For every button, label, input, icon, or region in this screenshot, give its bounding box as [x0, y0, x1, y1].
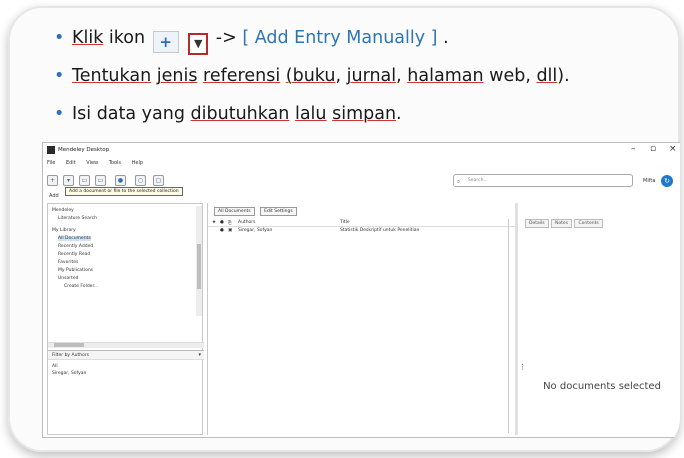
instruction-list: Klik ikon + ▼ -> [ Add Entry Manually ] …	[54, 26, 654, 140]
minimize-button[interactable]: –	[631, 144, 636, 154]
sidebar-item-all-documents[interactable]: All Documents	[58, 236, 91, 241]
step2-w10: dll	[536, 66, 558, 86]
mendeley-screenshot: Mendeley Desktop – ▫ × File Edit View To…	[42, 142, 680, 438]
sidebar-hscroll-thumb[interactable]	[54, 343, 84, 347]
citation-button[interactable]: ▢	[153, 175, 164, 186]
read-status-icon: ●	[220, 220, 224, 225]
remove-folder-button[interactable]: ▭	[95, 175, 106, 186]
menu-bar: File Edit View Tools Help	[47, 160, 152, 166]
app-icon	[47, 146, 55, 154]
splitter-handle-icon[interactable]: ⋮	[519, 363, 526, 371]
filter-label: Filter by Authors	[52, 353, 90, 358]
add-entry-manually-label: [ Add Entry Manually ]	[242, 28, 438, 48]
sidebar-header-my-library: My Library	[52, 228, 76, 233]
sidebar-item-unsorted[interactable]: Unsorted	[58, 276, 78, 281]
close-button[interactable]: ×	[669, 144, 677, 154]
step1-text-ikon: ikon	[103, 28, 151, 48]
pane-splitter[interactable]	[515, 203, 518, 435]
sidebar-header-mendeley: Mendeley	[52, 208, 74, 213]
step2-w3: referensi	[203, 66, 281, 86]
sync-status-icon[interactable]: ↻	[661, 175, 673, 187]
search-icon: ⌕	[457, 178, 461, 185]
document-list-pane: All Documents Edit Settings ★ ● ⎘ Author…	[207, 203, 516, 435]
add-button-label: Add	[49, 193, 59, 199]
sidebar-item-literature-search[interactable]: Literature Search	[58, 216, 97, 221]
menu-file[interactable]: File	[47, 160, 55, 166]
menu-edit[interactable]: Edit	[66, 160, 76, 166]
step2-w2: jenis	[156, 66, 198, 86]
step3-t7: .	[396, 104, 402, 124]
row-status-icon: ●	[220, 228, 224, 233]
column-header-title[interactable]: Title	[340, 220, 350, 225]
folder-button[interactable]: ▭	[79, 175, 90, 186]
instruction-step-2: Tentukan jenis referensi (buku, jurnal, …	[54, 64, 654, 102]
sync-button[interactable]: ○	[135, 175, 146, 186]
filter-value-author[interactable]: Siregar, Sofyan	[52, 371, 86, 376]
step3-t1: Isi data yang	[72, 104, 191, 124]
tab-edit-settings[interactable]: Edit Settings	[260, 207, 297, 216]
step1-arrow-text: ->	[210, 28, 243, 48]
step3-w2: dibutuhkan	[190, 104, 290, 124]
sidebar: Mendeley Literature Search My Library Al…	[47, 203, 204, 435]
step3-w6: simpan	[332, 104, 397, 124]
step3-w4: lalu	[294, 104, 327, 124]
step1-word-klik: Klik	[72, 28, 104, 48]
dropdown-arrow-icon: ▼	[188, 33, 209, 55]
window-title: Mendeley Desktop	[58, 147, 110, 153]
sidebar-item-favorites[interactable]: Favorites	[58, 260, 78, 265]
center-tabs: All Documents Edit Settings	[214, 207, 301, 216]
user-name[interactable]: Mifta	[643, 178, 655, 184]
sidebar-item-my-publications[interactable]: My Publications	[58, 268, 93, 273]
step2-w1: Tentukan	[72, 66, 152, 86]
share-button[interactable]: ●	[115, 175, 126, 186]
tab-notes[interactable]: Notes	[551, 219, 573, 228]
row-attachment-icon: ▣	[228, 228, 233, 233]
title-bar: Mendeley Desktop – ▫ ×	[43, 143, 680, 157]
add-document-icon: +	[152, 31, 179, 53]
tab-contents[interactable]: Contents	[574, 219, 603, 228]
tab-all-documents[interactable]: All Documents	[214, 207, 255, 216]
menu-help[interactable]: Help	[132, 160, 143, 166]
search-input[interactable]: ⌕ Search...	[453, 174, 633, 187]
sidebar-scroll-thumb[interactable]	[197, 244, 201, 289]
tab-details[interactable]: Details	[525, 219, 549, 228]
menu-tools[interactable]: Tools	[109, 160, 121, 166]
chevron-down-icon: ▾	[198, 352, 201, 358]
add-document-button[interactable]: +	[47, 175, 58, 186]
step2-t7: ,	[396, 66, 408, 86]
tooltip: Add a document or file to the selected c…	[65, 187, 183, 196]
step2-w4: (buku	[285, 66, 336, 86]
step1-end: .	[437, 28, 449, 48]
table-header: ★ ● ⎘ Authors Title	[208, 219, 516, 227]
menu-view[interactable]: View	[86, 160, 98, 166]
details-tabs: Details Notes Contents	[525, 219, 604, 228]
step2-t9: web,	[483, 66, 537, 86]
step2-w6: jurnal	[346, 66, 397, 86]
slide-background: Klik ikon + ▼ -> [ Add Entry Manually ] …	[8, 6, 680, 452]
table-row[interactable]: ● ▣ Siregar, Sofyan Statistik Deskriptif…	[208, 227, 516, 235]
sidebar-item-recently-added[interactable]: Recently Added	[58, 244, 93, 249]
row-title: Statistik Deskriptif untuk Penelitian	[340, 228, 420, 233]
column-header-authors[interactable]: Authors	[238, 220, 256, 225]
add-dropdown-button[interactable]: ▾	[63, 175, 74, 186]
step2-t5: ,	[335, 66, 347, 86]
sidebar-item-create-folder[interactable]: Create Folder...	[64, 284, 98, 289]
sidebar-item-recently-read[interactable]: Recently Read	[58, 252, 90, 257]
maximize-button[interactable]: ▫	[650, 144, 656, 154]
instruction-step-3: Isi data yang dibutuhkan lalu simpan.	[54, 102, 654, 140]
document-list-scrollbar[interactable]	[508, 219, 514, 433]
search-placeholder: Search...	[468, 178, 488, 183]
details-pane: Details Notes Contents ⋮ No documents se…	[519, 203, 679, 435]
filter-value-all[interactable]: All	[52, 364, 58, 369]
attachment-icon: ⎘	[228, 221, 232, 226]
filter-selector[interactable]: Filter by Authors ▾	[48, 350, 204, 360]
step2-w8: halaman	[407, 66, 484, 86]
row-author: Siregar, Sofyan	[238, 228, 273, 233]
step2-t11: ).	[557, 66, 570, 86]
empty-state-message: No documents selected	[543, 381, 661, 392]
instruction-step-1: Klik ikon + ▼ -> [ Add Entry Manually ] …	[54, 26, 654, 64]
star-icon: ★	[212, 220, 217, 225]
